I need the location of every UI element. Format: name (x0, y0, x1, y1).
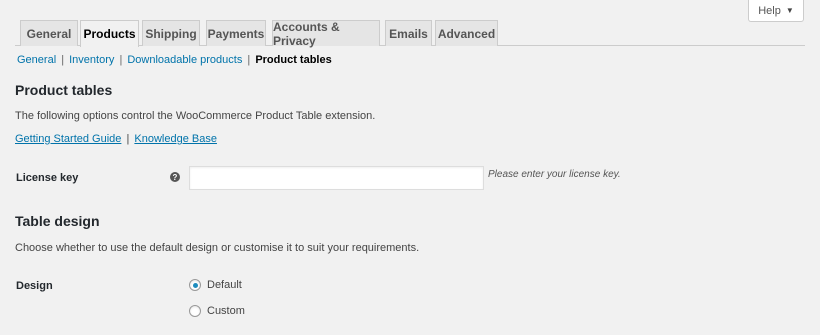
radio-unchecked-icon[interactable] (189, 305, 201, 317)
subnav-inventory[interactable]: Inventory (69, 54, 114, 66)
tab-products[interactable]: Products (80, 20, 139, 47)
license-key-hint: Please enter your license key. (488, 169, 621, 180)
subnav-general[interactable]: General (17, 54, 56, 66)
link-separator: | (126, 133, 130, 145)
subnav-separator: | (119, 54, 123, 66)
tab-advanced[interactable]: Advanced (435, 20, 498, 46)
help-label: Help (758, 4, 781, 17)
help-links: Getting Started Guide | Knowledge Base (15, 133, 217, 145)
question-tip-icon[interactable]: ? (170, 172, 180, 182)
license-key-input[interactable] (189, 166, 484, 190)
design-label: Design (16, 280, 53, 292)
radio-checked-icon[interactable] (189, 279, 201, 291)
settings-tabs: General Products Shipping Payments Accou… (15, 20, 805, 48)
table-design-description: Choose whether to use the default design… (15, 242, 420, 254)
subnav-separator: | (247, 54, 251, 66)
tab-accounts-privacy[interactable]: Accounts & Privacy (272, 20, 380, 48)
subnav-downloadable-products[interactable]: Downloadable products (127, 54, 242, 66)
subnav-separator: | (61, 54, 65, 66)
product-tables-heading: Product tables (15, 82, 113, 98)
design-option-default[interactable]: Default (189, 278, 242, 292)
tab-payments[interactable]: Payments (206, 20, 266, 46)
knowledge-base-link[interactable]: Knowledge Base (134, 133, 217, 145)
table-design-heading: Table design (15, 213, 100, 229)
caret-down-icon: ▼ (785, 6, 794, 15)
product-tables-description: The following options control the WooCom… (15, 110, 376, 122)
subnav-product-tables: Product tables (255, 54, 332, 66)
design-option-custom[interactable]: Custom (189, 304, 245, 318)
design-option-default-label: Default (207, 279, 242, 291)
help-tab-button[interactable]: Help ▼ (748, 0, 804, 22)
tab-emails[interactable]: Emails (385, 20, 432, 46)
tab-general[interactable]: General (20, 20, 78, 46)
tab-shipping[interactable]: Shipping (142, 20, 200, 46)
product-subsection-nav: General | Inventory | Downloadable produ… (17, 54, 332, 66)
license-key-label: License key (16, 172, 79, 184)
getting-started-guide-link[interactable]: Getting Started Guide (15, 133, 121, 145)
design-option-custom-label: Custom (207, 305, 245, 317)
